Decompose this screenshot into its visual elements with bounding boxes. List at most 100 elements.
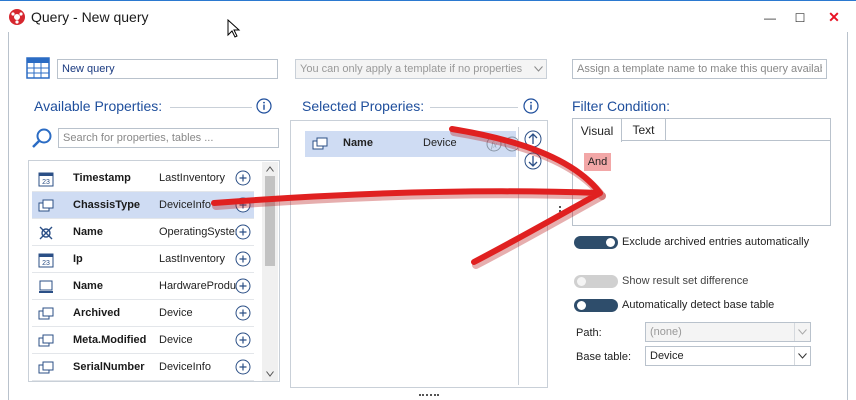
- property-row[interactable]: 23 Timestamp LastInventory: [32, 165, 254, 192]
- selected-property-table: Device: [423, 137, 457, 149]
- property-row[interactable]: Name OperatingSystem: [32, 219, 254, 246]
- property-name: Meta.Modified: [73, 334, 147, 346]
- show-difference-label: Show result set difference: [622, 275, 749, 287]
- add-icon[interactable]: [235, 251, 251, 267]
- info-icon[interactable]: [256, 98, 272, 114]
- info-icon[interactable]: [523, 98, 539, 114]
- property-name: Archived: [73, 307, 121, 319]
- add-icon[interactable]: [235, 278, 251, 294]
- property-name: ChassisType: [73, 199, 141, 211]
- property-table: Device: [159, 307, 193, 319]
- property-row[interactable]: Archived Device: [32, 300, 254, 327]
- chevron-down-icon: [794, 347, 810, 365]
- property-table: DeviceInfo: [159, 199, 211, 211]
- device-icon: [38, 334, 54, 347]
- base-table-label: Base table:: [576, 351, 632, 363]
- resize-grip[interactable]: [419, 394, 439, 397]
- add-icon[interactable]: [235, 197, 251, 213]
- property-row[interactable]: SerialNumber DeviceInfo: [32, 354, 254, 381]
- minimize-button[interactable]: —: [759, 9, 781, 27]
- window-title: Query - New query: [31, 9, 149, 25]
- svg-text:23: 23: [42, 179, 50, 186]
- detect-base-table-toggle[interactable]: [574, 299, 618, 312]
- hardware-icon: [39, 280, 53, 293]
- available-properties-list: 23 Timestamp LastInventory ChassisType Devic…: [28, 160, 280, 382]
- scrollbar[interactable]: [262, 162, 278, 381]
- template-name-input[interactable]: [572, 59, 827, 79]
- maximize-button[interactable]: ☐: [789, 9, 811, 27]
- device-icon: [38, 361, 54, 374]
- property-name: Timestamp: [73, 172, 131, 184]
- divider: [170, 107, 252, 108]
- property-row[interactable]: 23 Ip LastInventory: [32, 246, 254, 273]
- add-icon[interactable]: [235, 170, 251, 186]
- title-bar: Query - New query — ☐ ✕: [0, 0, 856, 32]
- chassis-icon: [38, 199, 54, 212]
- close-button[interactable]: ✕: [812, 3, 856, 31]
- template-select-text: You can only apply a template if no prop…: [300, 63, 523, 75]
- move-down-icon[interactable]: [524, 152, 542, 170]
- add-icon[interactable]: [235, 224, 251, 240]
- svg-text:fx: fx: [491, 141, 497, 150]
- property-name: Name: [73, 226, 103, 238]
- app-logo-icon: [9, 9, 25, 25]
- property-table: LastInventory: [159, 253, 226, 265]
- tab-text[interactable]: Text: [622, 119, 666, 141]
- close-icon: ✕: [828, 8, 840, 25]
- scroll-up-icon: [266, 166, 274, 172]
- device-icon: [38, 307, 54, 320]
- filter-editor: Visual Text And: [572, 118, 831, 226]
- device-icon: [312, 137, 328, 150]
- order-toolbar: [518, 127, 546, 385]
- minimize-icon: —: [764, 11, 776, 25]
- splitter-handle[interactable]: [559, 206, 562, 220]
- detect-base-table-label: Automatically detect base table: [622, 299, 775, 311]
- chevron-down-icon: [530, 60, 546, 78]
- property-table: LastInventory: [159, 172, 226, 184]
- selected-property-name: Name: [343, 137, 373, 149]
- calendar-icon: 23: [38, 172, 54, 187]
- exclude-archived-toggle[interactable]: [574, 236, 618, 249]
- selected-properties-title: Selected Properies:: [302, 98, 425, 114]
- property-table: OperatingSystem: [159, 226, 244, 238]
- path-select[interactable]: (none): [645, 322, 811, 342]
- template-select[interactable]: You can only apply a template if no prop…: [295, 59, 547, 79]
- function-icon[interactable]: fx: [486, 136, 502, 152]
- maximize-icon: ☐: [794, 11, 806, 25]
- calendar-icon: 23: [38, 253, 54, 268]
- add-icon[interactable]: [235, 359, 251, 375]
- base-table-value: Device: [650, 350, 684, 362]
- os-icon: [39, 226, 53, 240]
- base-table-select[interactable]: Device: [645, 346, 811, 366]
- property-name: Name: [73, 280, 103, 292]
- scroll-down-icon: [266, 371, 274, 377]
- property-table: HardwareProduct: [159, 280, 245, 292]
- selected-property-row[interactable]: Name Device fx: [305, 131, 520, 157]
- add-icon[interactable]: [235, 332, 251, 348]
- property-table: DeviceInfo: [159, 361, 211, 373]
- filter-condition-title: Filter Condition:: [572, 98, 671, 114]
- path-label: Path:: [576, 327, 602, 339]
- chevron-down-icon: [794, 323, 810, 341]
- exclude-archived-label: Exclude archived entries automatically: [622, 236, 810, 248]
- property-table: Device: [159, 334, 193, 346]
- svg-text:23: 23: [42, 260, 50, 267]
- property-name: SerialNumber: [73, 361, 145, 373]
- property-search-input[interactable]: [58, 128, 279, 148]
- add-icon[interactable]: [235, 305, 251, 321]
- property-row[interactable]: ChassisType DeviceInfo: [32, 192, 254, 219]
- table-icon: [26, 57, 50, 79]
- property-row[interactable]: Meta.Modified Device: [32, 327, 254, 354]
- scrollbar-thumb[interactable]: [265, 176, 275, 266]
- search-icon: [32, 128, 52, 148]
- show-difference-toggle[interactable]: [574, 275, 618, 288]
- and-operator-badge[interactable]: And: [584, 153, 611, 171]
- selected-properties-list: Name Device fx: [290, 120, 548, 388]
- path-value: (none): [650, 326, 682, 338]
- query-name-input[interactable]: [57, 59, 278, 79]
- tab-visual-label: Visual: [580, 123, 614, 138]
- tab-visual[interactable]: Visual: [573, 119, 622, 142]
- property-row[interactable]: Name HardwareProduct: [32, 273, 254, 300]
- move-up-icon[interactable]: [524, 130, 542, 148]
- divider: [430, 107, 518, 108]
